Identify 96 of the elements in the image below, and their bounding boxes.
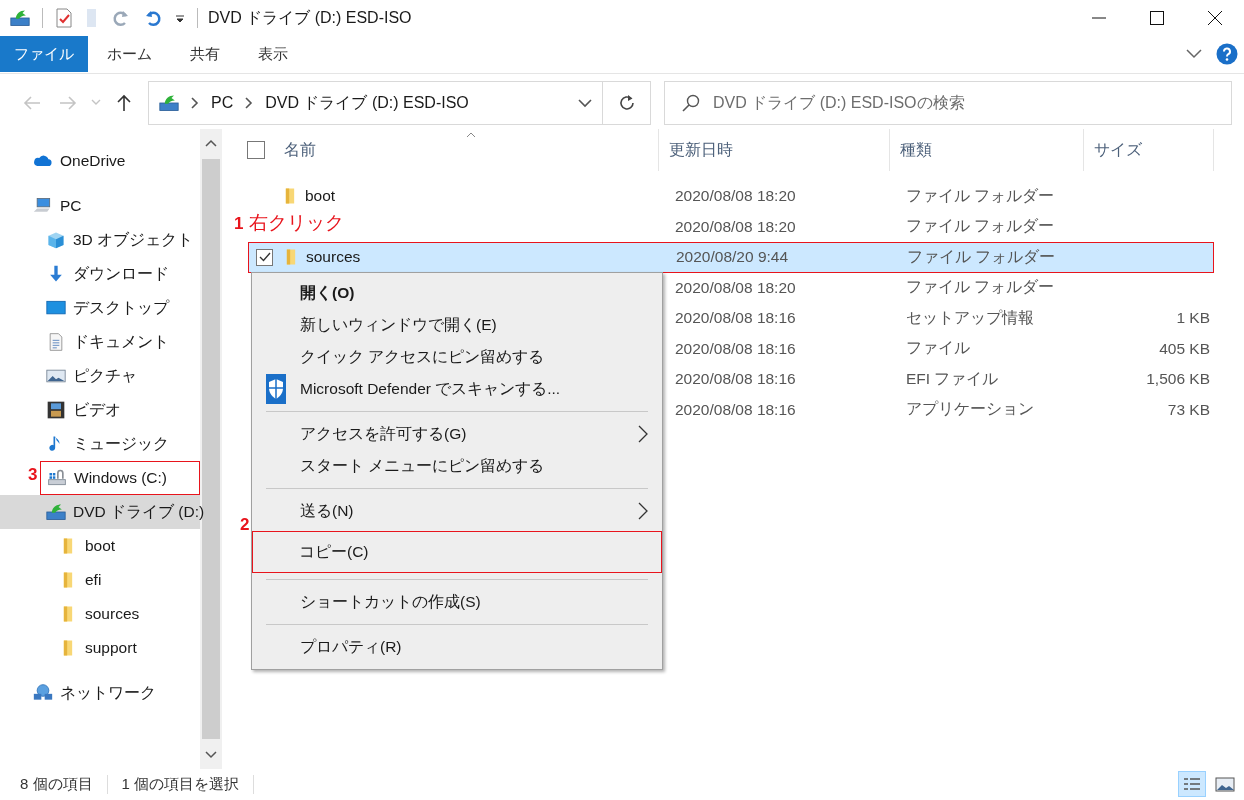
sidebar-item[interactable]: ネットワーク	[0, 676, 200, 710]
menu-item[interactable]: プロパティ(R)	[254, 631, 660, 663]
file-name: sources	[306, 248, 362, 267]
size-cell-text: 405 KB	[1158, 339, 1211, 358]
type-cell-text: EFI ファイル	[905, 368, 1000, 389]
menu-item[interactable]: Microsoft Defender でスキャンする...	[254, 373, 660, 405]
column-header[interactable]: サイズ	[1084, 129, 1214, 171]
scroll-up-icon[interactable]	[205, 139, 217, 147]
date-cell-text: 2020/08/08 18:20	[674, 217, 797, 236]
type-cell-text: ファイル フォルダー	[905, 277, 1056, 298]
sidebar-item[interactable]: ダウンロード	[0, 257, 200, 291]
date-cell-text: 2020/08/08 18:16	[674, 339, 797, 358]
chevron-down-icon[interactable]	[578, 98, 592, 108]
refresh-button[interactable]	[603, 81, 651, 125]
date-cell-text: 2020/08/08 18:16	[674, 370, 797, 389]
sort-caret-icon	[466, 132, 476, 138]
help-icon[interactable]	[1216, 43, 1238, 65]
date-cell-text: 2020/08/08 18:16	[674, 400, 797, 419]
breadcrumb[interactable]: PC	[211, 94, 234, 112]
search-icon	[682, 94, 700, 112]
type-cell-text: セットアップ情報	[905, 307, 1035, 328]
sidebar-item[interactable]: Windows (C:)	[40, 461, 200, 495]
callout-number: 2	[240, 515, 250, 535]
menu-item[interactable]: コピー(C)	[252, 531, 662, 573]
type-cell-text: ファイル フォルダー	[906, 246, 1057, 267]
type-cell-text: ファイル	[905, 338, 971, 359]
window-title: DVD ドライブ (D:) ESD-ISO	[208, 7, 412, 28]
file-row[interactable]: sources 2020/08/20 9:44 ファイル フォルダー	[248, 242, 1214, 273]
dvd-drive-icon	[46, 502, 66, 522]
redo-icon[interactable]	[111, 8, 131, 28]
row-checkbox[interactable]	[256, 248, 273, 266]
sidebar-item[interactable]: 3D オブジェクト	[0, 223, 200, 257]
view-button[interactable]	[1178, 771, 1206, 797]
type-cell-text: アプリケーション	[905, 399, 1035, 420]
breadcrumb-chevron-icon	[191, 97, 199, 109]
breadcrumb-chevron-icon	[245, 97, 254, 109]
menu-item[interactable]: アクセスを許可する(G)	[254, 418, 660, 450]
menu-item[interactable]: クイック アクセスにピン留めする	[254, 341, 660, 373]
menu-item[interactable]: 新しいウィンドウで開く(E)	[254, 309, 660, 341]
column-header[interactable]: 名前	[274, 129, 659, 171]
shield-icon	[266, 374, 286, 404]
size-cell-text: 1 KB	[1175, 309, 1211, 328]
callout-text: 右クリック	[249, 211, 345, 235]
dropdown-icon[interactable]	[175, 13, 185, 23]
scroll-down-icon[interactable]	[205, 751, 217, 759]
cube-icon	[46, 230, 66, 250]
size-cell-text: 1,506 KB	[1145, 370, 1211, 389]
column-header[interactable]: 更新日時	[659, 129, 890, 171]
sidebar-item[interactable]: OneDrive	[0, 144, 200, 178]
column-header[interactable]: 種類	[890, 129, 1084, 171]
date-cell-text: 2020/08/08 18:20	[674, 187, 797, 206]
sidebar-item[interactable]: PC	[0, 189, 200, 223]
callout-number: 3	[28, 465, 38, 485]
sidebar-item[interactable]: ドキュメント	[0, 325, 200, 359]
search-field[interactable]: DVD ドライブ (D:) ESD-ISOの検索	[664, 81, 1232, 125]
network-icon	[33, 683, 53, 703]
date-cell-text: 2020/08/20 9:44	[675, 248, 790, 267]
sidebar-item[interactable]: デスクトップ	[0, 291, 200, 325]
menu-item[interactable]: 開く(O)	[254, 277, 660, 309]
sidebar-item[interactable]: support	[0, 631, 200, 665]
ribbon-tab[interactable]: 共有	[173, 36, 237, 72]
close-icon[interactable]	[1208, 11, 1222, 25]
sidebar-item[interactable]: ビデオ	[0, 393, 200, 427]
select-all-checkbox[interactable]	[247, 141, 265, 159]
file-name: boot	[305, 187, 337, 206]
properties-icon[interactable]	[55, 8, 73, 28]
size-cell-text: 73 KB	[1166, 400, 1211, 419]
ribbon-tab[interactable]: ホーム	[90, 36, 169, 72]
sidebar-item[interactable]: ミュージック	[0, 427, 200, 461]
address-bar[interactable]: PC DVD ドライブ (D:) ESD-ISO	[148, 81, 603, 125]
menu-item[interactable]: 送る(N)	[254, 495, 660, 527]
dvd-drive-icon	[10, 8, 30, 28]
sidebar-item[interactable]: ピクチャ	[0, 359, 200, 393]
chevron-down-icon[interactable]	[1186, 49, 1202, 59]
type-cell-text: ファイル フォルダー	[905, 216, 1056, 237]
menu-item[interactable]: スタート メニューにピン留めする	[254, 450, 660, 482]
sidebar-item[interactable]: efi	[0, 563, 200, 597]
ribbon-tab[interactable]: ファイル	[0, 36, 88, 72]
drive-icon	[47, 468, 67, 488]
details-view-icon	[1182, 775, 1202, 793]
status-text: 1 個の項目を選択	[121, 774, 255, 794]
refresh-icon	[617, 94, 636, 112]
date-cell-text: 2020/08/08 18:16	[674, 309, 797, 328]
sidebar-item[interactable]: sources	[0, 597, 200, 631]
date-cell-text: 2020/08/08 18:20	[674, 278, 797, 297]
callout-number: 1	[234, 214, 244, 234]
menu-item[interactable]: ショートカットの作成(S)	[254, 586, 660, 618]
type-cell-text: ファイル フォルダー	[905, 185, 1056, 206]
status-text: 8 個の項目	[20, 774, 108, 794]
dvd-drive-icon	[159, 93, 179, 113]
sidebar-item[interactable]: boot	[0, 529, 200, 563]
ribbon-tab[interactable]: 表示	[241, 36, 305, 72]
large-icons-view-icon	[1215, 775, 1235, 793]
breadcrumb[interactable]: DVD ドライブ (D:) ESD-ISO	[265, 92, 469, 114]
film-icon	[46, 400, 66, 420]
maximize-icon[interactable]	[1150, 11, 1164, 25]
